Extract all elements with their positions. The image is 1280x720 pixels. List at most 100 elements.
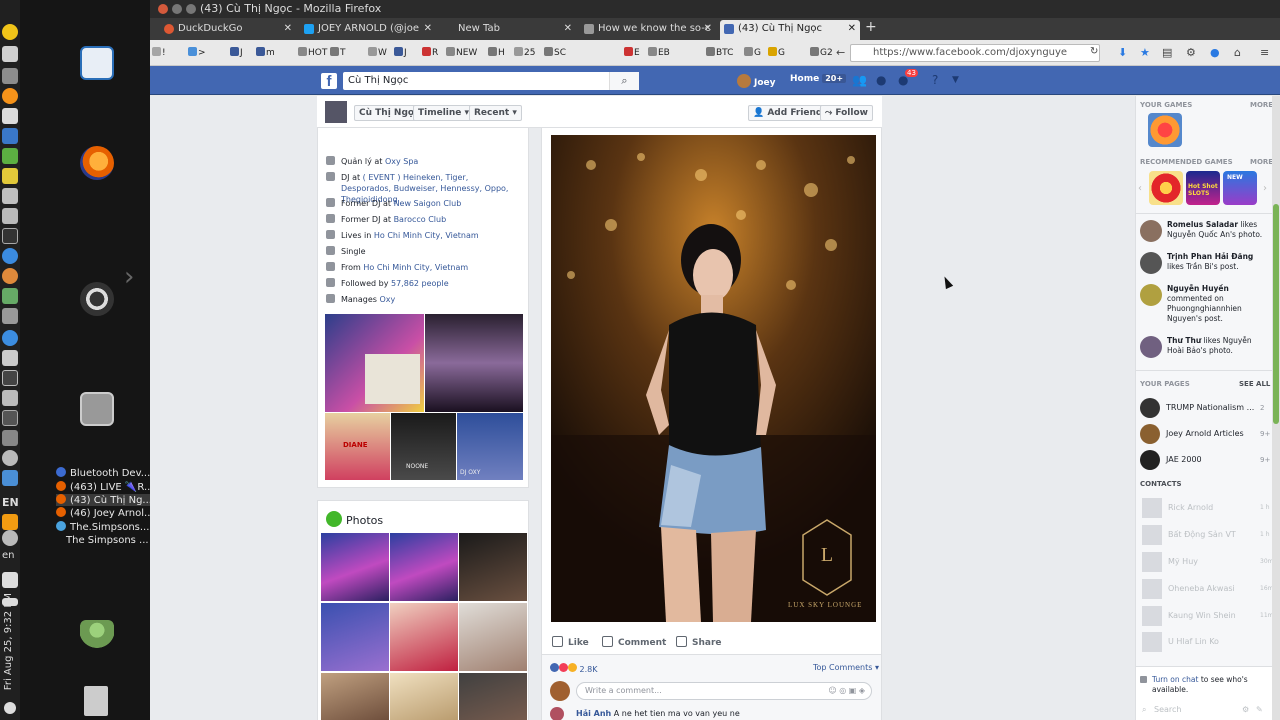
close-tab-icon[interactable]: ✕ [284,20,292,38]
contact-item[interactable]: Oheneba Akwasi 16m [1140,579,1273,599]
photo-thumb[interactable] [390,673,458,720]
mail-icon[interactable] [2,470,18,486]
ticker-item[interactable]: Nguyễn Huyền commented on Phuongnghiannh… [1140,284,1268,324]
home-icon[interactable]: ⌂ [1234,46,1241,59]
back-arrow-icon[interactable]: ← [836,46,845,59]
calendar-icon[interactable] [2,128,18,144]
bookmark[interactable]: E [624,46,640,60]
messenger-icon[interactable]: ● [876,73,890,87]
comment-input[interactable]: Write a comment... ☺ ◎ ▣ ◈ [576,682,872,700]
wifi-icon[interactable] [2,530,18,546]
app-icon[interactable] [2,46,18,62]
user-arrow-icon[interactable] [80,620,114,654]
search-icon[interactable]: ⌕ [609,72,639,90]
bookmark[interactable]: ! [152,46,166,60]
photo-thumb[interactable] [459,673,527,720]
window-item-active[interactable]: (43) Cù Thị Ng... [56,494,152,506]
disk-icon[interactable] [2,208,18,224]
bookmark[interactable]: H [488,46,505,60]
camera-icon[interactable] [2,430,18,446]
monitor-icon[interactable] [2,370,18,386]
bookmark[interactable]: m [256,46,275,60]
bookmark[interactable]: EB [648,46,670,60]
help-icon[interactable]: ? [932,73,946,87]
scrollbar-thumb[interactable] [1273,204,1279,424]
share-button[interactable]: Share [676,636,722,648]
page-item[interactable]: JAE 2000 9+ [1140,450,1270,470]
eject-icon[interactable] [2,68,18,84]
maximize-icon[interactable] [186,4,196,14]
archive-icon[interactable] [80,392,114,426]
url-bar[interactable]: https://www.facebook.com/djoxynguye [850,44,1100,62]
bookmark[interactable]: SC [544,46,566,60]
new-game[interactable]: NEW [1223,171,1257,205]
emoji-camera-gif-sticker-icons[interactable]: ☺ ◎ ▣ ◈ [828,683,865,699]
contact-item[interactable]: Mỹ Huy 30m [1140,552,1273,572]
printer-icon[interactable] [2,350,18,366]
caret-down-icon[interactable]: ▼ [952,75,966,89]
window-item[interactable]: (463) LIVE 🌂R... [56,481,154,493]
game-thumb[interactable] [1149,171,1183,205]
photo-thumb[interactable] [321,673,389,720]
photo-thumb[interactable] [321,533,389,601]
like-button[interactable]: Like [552,636,589,648]
trash-icon[interactable] [84,686,108,716]
status-icon[interactable] [2,24,18,40]
tab-newtab[interactable]: New Tab ✕ [440,20,576,40]
download-icon[interactable]: ⬇ [1118,46,1127,59]
firefox-icon[interactable] [80,146,114,180]
profile-avatar[interactable] [325,101,347,123]
app2-icon[interactable] [2,268,18,284]
vlc-icon[interactable] [2,514,18,530]
bookmark-star-icon[interactable]: ★ [1140,46,1150,59]
power-icon[interactable] [4,702,16,714]
menu-icon[interactable]: ≡ [1260,46,1269,59]
bookmark[interactable]: G [768,46,785,60]
window-item[interactable]: (46) Joey Arnol... [56,507,154,519]
new-tab-button[interactable]: + [865,19,877,35]
contact-item[interactable]: Kaung Win Shein 11m [1140,606,1273,626]
library-icon[interactable]: ▤ [1162,46,1172,59]
photo-thumb[interactable] [459,533,527,601]
editor-icon[interactable] [2,108,18,124]
window-item[interactable]: The.Simpsons.... [56,521,153,533]
bitcoin-icon[interactable] [2,88,18,104]
follow-button[interactable]: ⤳ Follow [820,105,873,121]
spreadsheet-icon[interactable] [2,148,18,164]
top-comments-dropdown[interactable]: Top Comments ▾ [813,663,879,672]
pocket-icon[interactable]: ● [1210,46,1220,59]
facebook-logo[interactable]: f [321,73,337,90]
ubuntu-icon[interactable] [80,282,114,316]
chevron-right-icon[interactable]: › [124,262,134,292]
bookmark[interactable]: J [394,46,407,60]
notes-icon[interactable] [2,188,18,204]
ticker-item[interactable]: Thư Thư likes Nguyễn Hoài Bảo's photo. [1140,336,1268,358]
minimize-icon[interactable] [172,4,182,14]
bookmark[interactable]: J [230,46,243,60]
home-link[interactable]: Home 20+ [790,74,847,84]
vm-icon[interactable] [2,308,18,324]
window-item[interactable]: Bluetooth Dev... [56,467,150,479]
page-item[interactable]: Joey Arnold Articles 9+ [1140,424,1270,444]
input-lang[interactable]: en [2,550,15,561]
tab-twitter[interactable]: JOEY ARNOLD (@joe ✕ [300,20,436,40]
candy-crush-game[interactable] [1148,113,1182,147]
volume-icon[interactable] [2,572,18,588]
bookmark[interactable]: 25 [514,46,535,60]
photo-thumb[interactable] [459,603,527,671]
search-input[interactable]: Cù Thị Ngọc ⌕ [343,72,639,90]
bookmark[interactable]: W [368,46,387,60]
close-window-icon[interactable] [158,4,168,14]
contact-item[interactable]: Bất Động Sản VT 1 h [1140,525,1270,545]
chevron-left-icon[interactable]: ‹ [1138,183,1142,194]
close-tab-icon[interactable]: ✕ [564,20,572,38]
bookmark[interactable]: T [330,46,346,60]
chrome-icon[interactable] [2,330,18,346]
tab-duckduckgo[interactable]: DuckDuckGo ✕ [160,20,296,40]
compose-icon[interactable]: ✎ [1256,705,1263,714]
keyboard-icon[interactable] [2,410,18,426]
photo-thumb[interactable] [390,603,458,671]
clock[interactable]: Fri Aug 25, 9:32 PM [3,593,14,690]
steam-icon[interactable] [2,450,18,466]
add-friend-button[interactable]: 👤 Add Friend [748,105,828,121]
